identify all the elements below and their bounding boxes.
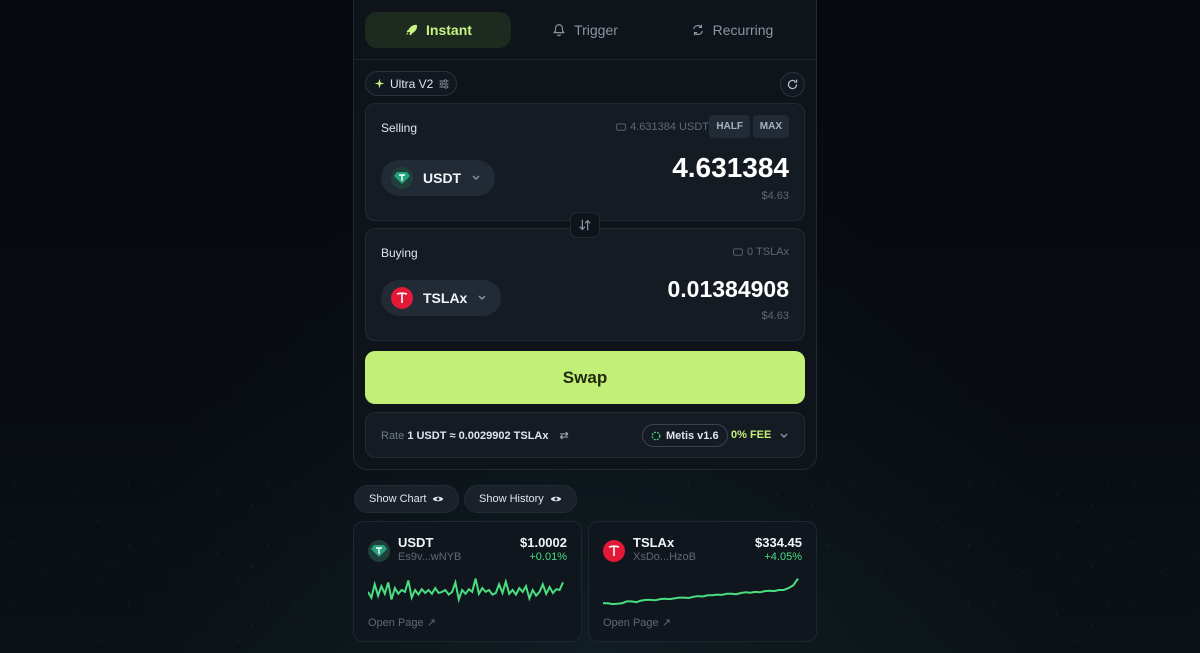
refresh-icon [787,79,798,90]
buying-amount: 0.01384908 [667,276,789,302]
sparkle-icon [374,78,385,89]
sparkline-chart [368,577,564,604]
router-badge[interactable]: Metis v1.6 [642,424,728,447]
selling-label: Selling [381,121,418,135]
card-price: $334.45 [755,535,802,550]
rate-text: Rate 1 USDT ≈ 0.0029902 TSLAx ⇄ [381,429,569,442]
tesla-icon [391,287,413,309]
selling-token-symbol: USDT [423,170,462,186]
ultra-v2-pill[interactable]: Ultra V2 [365,71,457,96]
flip-tokens-button[interactable] [570,212,600,238]
recurring-icon [692,24,703,36]
card-change: +0.01% [529,551,567,563]
eye-icon [550,496,562,502]
token-card-tslax[interactable]: TSLAx XsDo...HzoB $334.45 +4.05% Open Pa… [588,521,817,642]
half-button[interactable]: HALF [709,115,750,138]
show-chart-button[interactable]: Show Chart [354,485,460,513]
tab-instant[interactable]: Instant [365,12,511,48]
usdt-icon [368,540,390,562]
settings-sliders-icon [439,78,449,89]
rate-bar: Rate 1 USDT ≈ 0.0029902 TSLAx ⇄ Metis v1… [365,412,805,458]
card-symbol: TSLAx [633,535,675,550]
ultra-label: Ultra V2 [390,76,434,91]
tab-trigger[interactable]: Trigger [512,12,658,48]
max-button[interactable]: MAX [752,115,789,138]
rate-prefix: Rate [381,430,405,442]
selling-amount-input[interactable]: 4.631384 [672,152,789,184]
selling-balance-value: 4.631384 USDT [630,121,709,133]
rocket-icon [405,24,418,36]
buying-token-symbol: TSLAx [423,290,468,306]
swap-arrows-icon [579,219,591,231]
sparkline-line [368,577,564,604]
tab-label: Instant [426,22,472,38]
selling-usd-value: $4.63 [761,190,789,202]
tesla-icon [603,540,625,562]
wallet-icon [733,248,743,256]
selling-token-selector[interactable]: USDT [381,160,496,196]
show-chart-label: Show Chart [369,493,427,505]
tab-recurring[interactable]: Recurring [659,12,805,48]
card-symbol: USDT [398,535,434,550]
chevron-down-icon [478,295,486,300]
swap-rate-icon[interactable]: ⇄ [560,430,569,442]
router-label: Metis v1.6 [666,429,719,442]
selling-balance: 4.631384 USDT [616,121,709,133]
sparkline-chart [603,578,799,606]
eye-icon [433,496,444,502]
card-address: XsDo...HzoB [633,551,696,563]
usdt-icon [391,167,413,189]
bell-icon [553,24,566,37]
card-price: $1.0002 [520,535,567,550]
buying-box: Buying 0 TSLAx TSLAx 0.01384908 $4.63 [365,228,805,341]
refresh-button[interactable] [780,72,805,97]
card-address: Es9v...wNYB [398,551,462,563]
buying-balance: 0 TSLAx [733,246,789,258]
chevron-down-icon[interactable] [779,431,789,441]
selling-box: Selling 4.631384 USDT HALF MAX USDT 4.63… [365,103,805,221]
wallet-icon [616,123,626,131]
token-card-usdt[interactable]: USDT Es9v...wNYB $1.0002 +0.01% Open Pag… [353,521,582,642]
show-history-label: Show History [479,493,544,505]
open-page-link[interactable]: Open Page ↗ [603,616,671,629]
buying-balance-value: 0 TSLAx [747,246,789,258]
rate-value: 1 USDT ≈ 0.0029902 TSLAx [407,430,549,442]
chevron-down-icon [472,175,480,180]
show-history-button[interactable]: Show History [464,485,577,513]
open-page-link[interactable]: Open Page ↗ [368,616,436,629]
buying-token-selector[interactable]: TSLAx [381,280,502,316]
tab-label: Recurring [712,22,774,38]
mode-tabs: Instant Trigger Recurring [354,0,816,60]
card-change: +4.05% [764,551,802,563]
fee-label: 0% FEE [731,429,772,441]
swap-button[interactable]: Swap [365,351,805,404]
buying-label: Buying [381,246,418,260]
metis-icon [651,431,661,440]
sparkline-line [603,578,799,606]
buying-usd-value: $4.63 [761,310,789,322]
tab-label: Trigger [574,22,618,38]
